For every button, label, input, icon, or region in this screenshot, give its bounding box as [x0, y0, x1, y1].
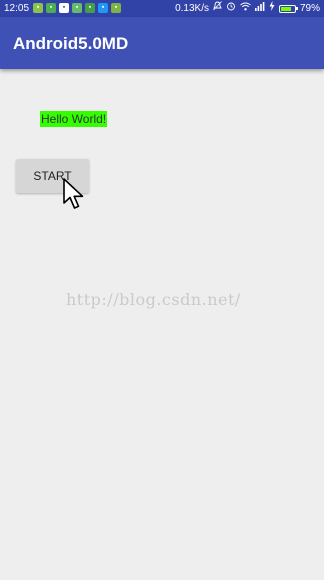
hello-world-text: Hello World! — [40, 111, 108, 127]
toolbar-title: Android5.0MD — [13, 34, 129, 53]
notification-icons: ▪ ▪ ▪ ▪ ▪ ▪ ▪ — [33, 3, 121, 13]
battery-icon — [278, 4, 298, 13]
status-right-group: 0.13K/s 79% — [175, 0, 320, 17]
notification-app-icon: ▪ — [59, 3, 69, 13]
silent-icon — [213, 0, 222, 17]
notification-app-icon: ▪ — [33, 3, 43, 13]
notification-app-icon: ▪ — [111, 3, 121, 13]
notification-app-icon: ▪ — [46, 3, 56, 13]
charging-icon — [269, 0, 275, 17]
status-time: 12:05 — [4, 3, 30, 14]
notification-app-icon: ▪ — [98, 3, 108, 13]
watermark-text: http://blog.csdn.net/ — [66, 290, 241, 309]
battery-percent: 79% — [299, 3, 320, 14]
wifi-icon — [240, 0, 251, 17]
notification-app-icon: ▪ — [72, 3, 82, 13]
alarm-icon — [226, 0, 236, 17]
network-speed: 0.13K/s — [175, 3, 209, 14]
status-bar: 12:05 ▪ ▪ ▪ ▪ ▪ ▪ ▪ 0.13K/s 79% — [0, 0, 324, 17]
app-toolbar: Android5.0MD — [0, 17, 324, 69]
signal-icon — [254, 0, 265, 17]
battery-fill — [280, 6, 291, 11]
mouse-pointer-icon — [63, 178, 84, 209]
notification-app-icon: ▪ — [85, 3, 95, 13]
